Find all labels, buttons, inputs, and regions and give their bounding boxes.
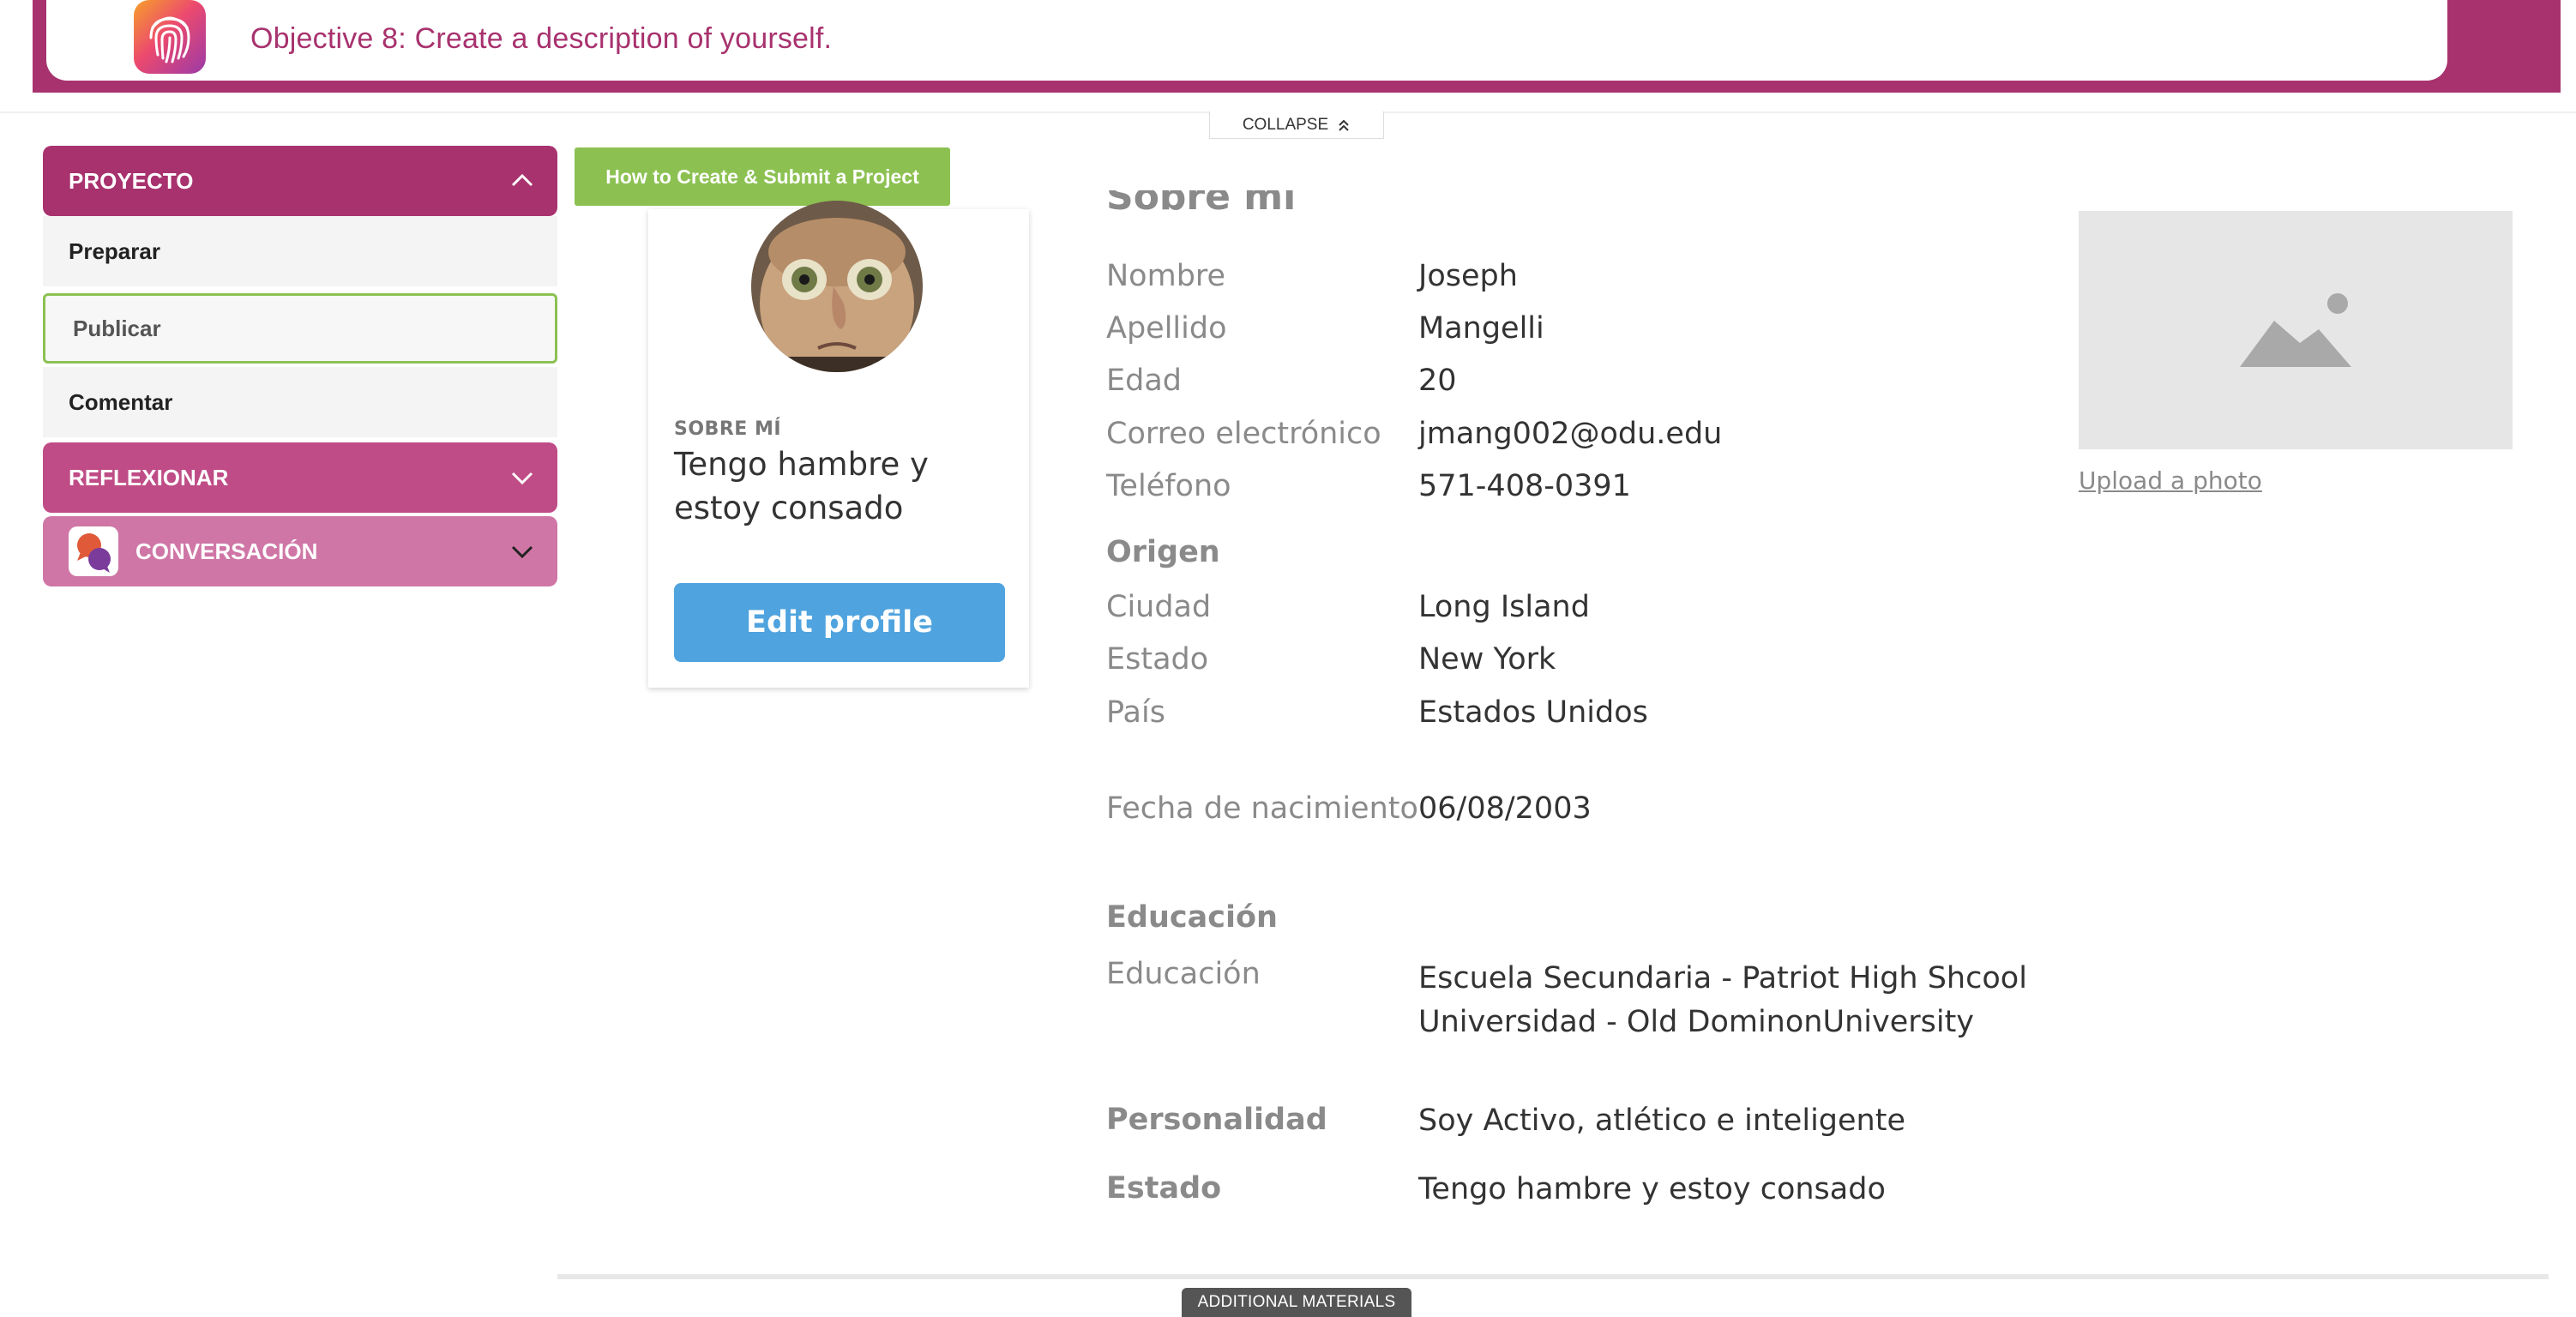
sidebar-section-label: PROYECTO [69, 167, 194, 194]
field-value: Estados Unidos [1418, 695, 1648, 730]
chevron-down-icon [511, 545, 533, 559]
field-value: jmang002@odu.edu [1418, 417, 1723, 451]
image-placeholder-icon [2240, 293, 2351, 367]
divider [557, 1274, 2549, 1279]
field-label: Nombre [1106, 259, 1226, 293]
field-label: País [1106, 695, 1165, 730]
how-to-submit-button[interactable]: How to Create & Submit a Project [575, 147, 950, 206]
education-item: Universidad - Old DominonUniversity [1418, 1005, 1975, 1039]
field-label: Apellido [1106, 311, 1227, 346]
field-label: Ciudad [1106, 590, 1212, 624]
sidebar-item-preparar[interactable]: Preparar [43, 216, 557, 286]
sidebar-section-conversacion[interactable]: CONVERSACIÓN [43, 516, 557, 586]
field-value: Long Island [1418, 590, 1590, 624]
collapse-label: COLLAPSE [1242, 115, 1329, 134]
sidebar-item-comentar[interactable]: Comentar [43, 367, 557, 437]
education-list: Escuela Secundaria - Patriot High Shcool… [1418, 957, 2027, 1044]
profile-card: SOBRE MÍ Tengo hambre y estoy consado Ed… [648, 201, 1029, 688]
avatar [751, 201, 923, 372]
photo-placeholder[interactable] [2079, 211, 2513, 449]
fingerprint-icon [134, 0, 206, 74]
section-heading-origen: Origen [1106, 535, 1220, 569]
edit-profile-button[interactable]: Edit profile [674, 583, 1005, 662]
objective-title: Objective 8: Create a description of you… [250, 22, 833, 55]
collapse-button[interactable]: COLLAPSE [1209, 111, 1384, 139]
field-label: Teléfono [1106, 469, 1231, 503]
sidebar-item-label: Comentar [69, 388, 173, 415]
field-label: Edad [1106, 364, 1182, 398]
field-label: Estado [1106, 642, 1209, 677]
field-value: 571-408-0391 [1418, 469, 1631, 503]
sidebar-item-label: Preparar [69, 238, 160, 264]
about-me-label: SOBRE MÍ [674, 418, 782, 440]
sidebar-section-reflexionar[interactable]: REFLEXIONAR [43, 442, 557, 513]
sidebar-item-label: Publicar [73, 315, 161, 341]
field-value: Soy Activo, atlético e inteligente [1418, 1104, 1905, 1138]
field-label: Correo electrónico [1106, 417, 1381, 451]
field-label-estado: Estado [1106, 1171, 1222, 1206]
section-heading-educacion: Educación [1106, 900, 1278, 935]
sidebar-section-label: REFLEXIONAR [69, 464, 229, 490]
field-label: Fecha de nacimiento [1106, 791, 1418, 826]
field-value: Joseph [1418, 259, 1518, 293]
chevron-down-icon [511, 472, 533, 485]
field-value: Mangelli [1418, 311, 1544, 346]
field-value: Tengo hambre y estoy consado [1418, 1172, 1886, 1206]
sidebar-section-label: CONVERSACIÓN [135, 538, 318, 564]
field-value: 06/08/2003 [1418, 791, 1592, 826]
education-item: Escuela Secundaria - Patriot High Shcool [1418, 961, 2027, 995]
status-text: Tengo hambre y estoy consado [674, 446, 929, 526]
section-title: Sobre mí [1106, 190, 1297, 216]
upload-photo-link[interactable]: Upload a photo [2079, 466, 2262, 495]
chat-bubbles-icon [69, 526, 118, 576]
double-chevron-up-icon [1339, 119, 1349, 131]
field-value: New York [1418, 642, 1556, 677]
additional-materials-tab[interactable]: ADDITIONAL MATERIALS [1182, 1288, 1411, 1317]
field-label: Educación [1106, 957, 1261, 991]
field-value: 20 [1418, 364, 1457, 398]
sidebar-item-publicar[interactable]: Publicar [43, 293, 557, 364]
chevron-up-icon [511, 173, 533, 187]
sidebar-section-proyecto[interactable]: PROYECTO [43, 146, 557, 216]
field-label-personalidad: Personalidad [1106, 1103, 1327, 1137]
